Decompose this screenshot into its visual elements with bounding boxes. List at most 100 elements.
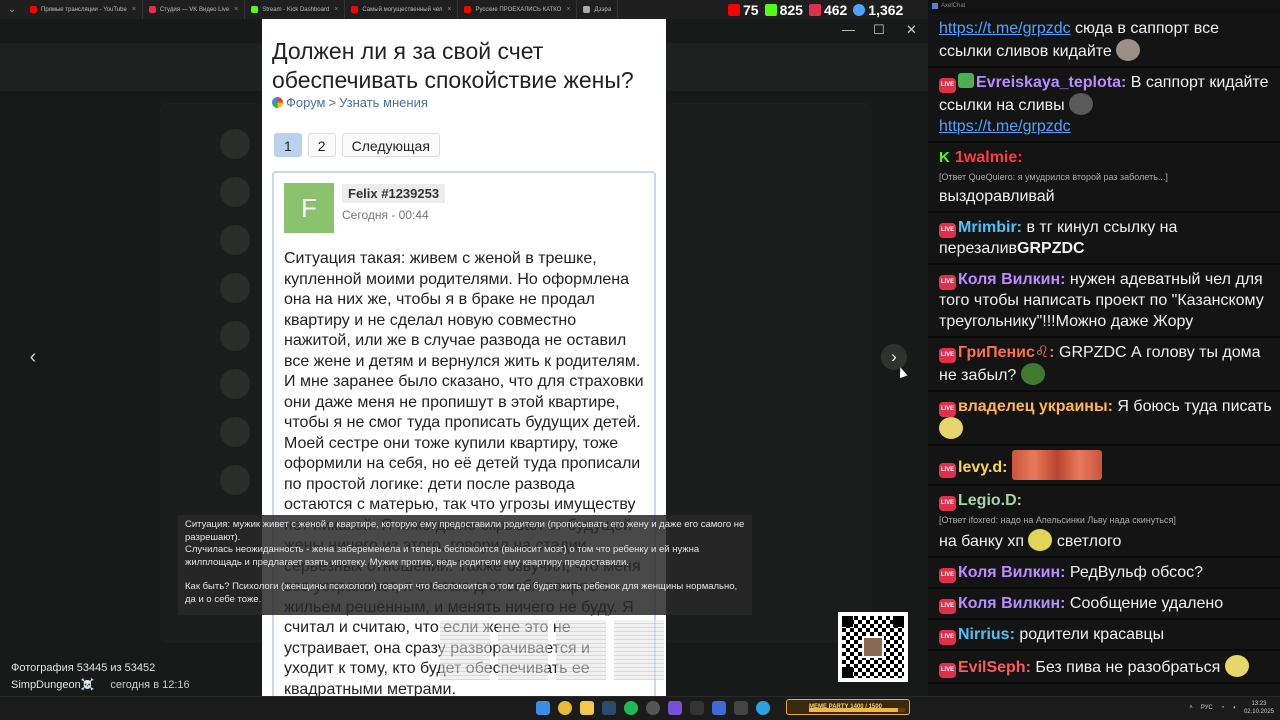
chevron-down-icon[interactable]: ⌄ <box>0 0 24 19</box>
browser-tab[interactable]: Stream - Kick Dashboard × <box>245 0 346 19</box>
post-author[interactable]: Felix #1239253 <box>342 184 446 203</box>
caption-line: Ситуация: мужик живет с женой в квартире… <box>185 519 745 543</box>
screen: ⌄ Прямые трансляции - YouTube × Студия — … <box>0 0 1280 720</box>
chrome-icon[interactable] <box>558 701 572 715</box>
browser-tab[interactable]: Прямые трансляции - YouTube × <box>24 0 143 19</box>
tray-arrow-icon[interactable]: ˄ <box>1189 705 1193 711</box>
chat-messages: https://t.me/grpzdc сюда в саппорт все с… <box>928 14 1280 684</box>
message-text: Без пива не разобраться <box>1030 659 1221 676</box>
person-icon <box>853 3 866 16</box>
chat-panel: AxelChat https://t.me/grpzdc сюда в сапп… <box>928 0 1280 696</box>
windows-start-icon[interactable] <box>536 701 550 715</box>
youtube-viewers: 75 <box>728 2 759 18</box>
meme-party-progress-bar <box>809 708 905 712</box>
close-icon[interactable]: × <box>234 6 238 13</box>
chat-link[interactable]: https://t.me/grpzdc <box>939 20 1071 37</box>
tab-label: Прямые трансляции - YouTube <box>41 6 127 13</box>
chat-message: LIVE Mrimbir: в тг кинул ссылку на переза… <box>928 213 1280 265</box>
browser-tab[interactable]: Русские ПРОЕХАЛИСЬ КАТКО × <box>458 0 578 19</box>
chat-nickname[interactable]: 1walmie: <box>955 149 1023 166</box>
file-explorer-icon[interactable] <box>580 701 594 715</box>
emote <box>1224 655 1249 677</box>
vk-live-badge: LIVE <box>939 599 956 614</box>
message-text: на банку хп <box>939 533 1024 550</box>
steam-icon[interactable] <box>602 701 616 715</box>
spotify-icon[interactable] <box>624 701 638 715</box>
chat-message: https://t.me/grpzdc сюда в саппорт все с… <box>928 14 1280 68</box>
app-icon[interactable] <box>668 701 682 715</box>
breadcrumb-section[interactable]: Узнать мнения <box>339 95 428 110</box>
browser-tab[interactable]: Самый могущественный чел × <box>345 0 459 19</box>
message-text: светлого <box>1056 533 1122 550</box>
chat-nickname[interactable]: владелец украины: <box>958 398 1113 415</box>
obs-icon[interactable] <box>646 701 660 715</box>
tab-label: Студия — VK Видео Live <box>159 6 230 13</box>
language-indicator[interactable]: РУС <box>1201 705 1213 711</box>
chat-nickname[interactable]: Коля Вилкин: <box>958 595 1065 612</box>
chat-nickname[interactable]: ГриПенис♌: <box>958 344 1055 361</box>
telegram-icon[interactable] <box>756 701 770 715</box>
chat-message: LIVE Коля Вилкин: РедВульф обсос? <box>928 558 1280 589</box>
forum-post: F Felix #1239253 Сегодня - 00:44 Ситуаци… <box>272 171 656 696</box>
close-button[interactable]: ✕ <box>906 22 917 38</box>
reply-quote: [Ответ QueQuiero: я умудрился второй раз… <box>939 172 1168 182</box>
minimize-button[interactable]: — <box>842 22 855 37</box>
browser-tab[interactable]: Дзэра <box>577 0 619 19</box>
youtube-icon <box>464 6 472 13</box>
page-2-button[interactable]: 2 <box>307 133 336 157</box>
message-text-bold: GRPZDC <box>1017 240 1085 257</box>
close-icon[interactable]: × <box>566 6 570 13</box>
app-icon[interactable] <box>734 701 748 715</box>
volume-icon[interactable]: ◖ <box>1232 705 1236 711</box>
app-icon <box>932 3 938 9</box>
photo-info: Фотография 53445 из 53452 SimpDungeon☠️ с… <box>11 660 190 694</box>
vk-live-icon <box>808 3 821 16</box>
chat-nickname[interactable]: Коля Вилкин: <box>958 271 1065 288</box>
close-icon[interactable]: × <box>334 6 338 13</box>
clock-time: 13:23 <box>1251 701 1267 707</box>
breadcrumb-forum[interactable]: Форум <box>286 95 326 110</box>
page-1-button[interactable]: 1 <box>274 133 302 157</box>
app-icon[interactable] <box>690 701 704 715</box>
chat-nickname[interactable]: EvilSeph: <box>958 659 1031 676</box>
maximize-button[interactable]: ☐ <box>873 22 885 38</box>
app-icon[interactable] <box>712 701 726 715</box>
close-icon[interactable]: × <box>132 6 136 13</box>
vk-viewers: 462 <box>808 2 847 18</box>
chat-nickname[interactable]: Nirrius: <box>958 626 1015 643</box>
thumbnail[interactable] <box>614 620 664 680</box>
chat-message: K 1walmie: [Ответ QueQuiero: я умудрился … <box>928 143 1280 213</box>
taskbar: ˄ РУС ◔ ◖ 13:23 02.10.2025 <box>0 696 1280 720</box>
thumbnail[interactable] <box>440 620 490 680</box>
chat-nickname[interactable]: levy.d: <box>958 459 1008 476</box>
chat-nickname[interactable]: Evreiskaya_teplota: <box>976 74 1126 91</box>
close-icon[interactable]: × <box>447 6 451 13</box>
thumbnail[interactable] <box>498 620 548 680</box>
youtube-icon <box>728 3 740 16</box>
clock[interactable]: 13:23 02.10.2025 <box>1244 700 1274 716</box>
chat-message: LIVE levy.d: <box>928 446 1280 486</box>
chat-nickname[interactable]: Legio.D: <box>958 492 1022 509</box>
chat-nickname[interactable]: Коля Вилкин: <box>958 564 1065 581</box>
thumbnail[interactable] <box>556 620 606 680</box>
photo-owner[interactable]: SimpDungeon☠️ <box>11 679 94 691</box>
tab-label: Stream - Kick Dashboard <box>262 6 330 13</box>
forum-logo-icon <box>272 97 283 108</box>
chat-message: LIVE ГриПенис♌: GRPZDC А голову ты дома н… <box>928 338 1280 392</box>
vk-icon <box>148 6 156 13</box>
qr-code <box>838 612 908 682</box>
next-page-button[interactable]: Следующая <box>341 133 440 157</box>
chat-message: LIVE Legio.D: [Ответ ifoxred: надо на Апе… <box>928 486 1280 558</box>
previous-photo-button[interactable]: ‹ <box>20 344 46 370</box>
chat-link[interactable]: https://t.me/grpzdc <box>939 118 1071 135</box>
tab-label: Дзэра <box>594 6 612 13</box>
browser-tab[interactable]: Студия — VK Видео Live × <box>143 0 246 19</box>
wifi-icon[interactable]: ◔ <box>1221 705 1225 711</box>
chat-nickname[interactable]: Mrimbir: <box>958 219 1022 236</box>
vk-live-badge: LIVE <box>939 568 956 583</box>
chat-message: LIVE Коля Вилкин: нужен адеватный чел для… <box>928 265 1280 338</box>
breadcrumb-separator: > <box>328 95 337 110</box>
total-viewers: 1,362 <box>853 2 903 18</box>
caption-line: Случилась неожиданность - жена заберемен… <box>185 544 700 568</box>
chat-message: LIVE владелец украины: Я боюсь туда писат… <box>928 392 1280 446</box>
